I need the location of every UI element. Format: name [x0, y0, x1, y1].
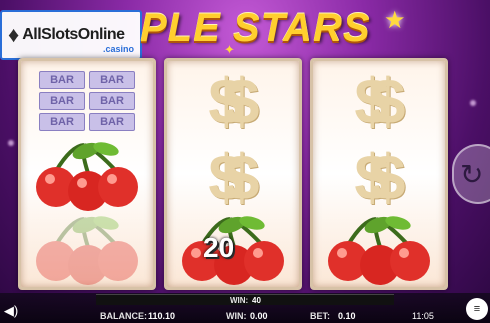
reel-1-symbol-1: BAR BAR BAR BAR BAR BAR	[21, 63, 153, 139]
dollar-symbol: $$	[208, 141, 259, 213]
sound-button[interactable]: ◀)	[2, 302, 20, 320]
casino-logo-badge[interactable]: ♦ AllSlotsOnline .casino	[0, 10, 142, 60]
bar-tile: BAR	[39, 71, 85, 89]
dollar-symbol: $$	[354, 65, 405, 137]
cherries-icon	[328, 216, 430, 285]
logo-domain-text: .casino	[102, 44, 134, 54]
win-label: WIN:	[226, 311, 247, 321]
star-icon: ✦	[224, 42, 235, 57]
balance-label: BALANCE:	[100, 311, 147, 321]
line-win-amount: 20	[203, 232, 235, 263]
speaker-icon: ◀)	[3, 303, 19, 318]
cherries-icon	[36, 216, 138, 285]
game-title: PLE STARS	[140, 6, 371, 50]
bar-symbol: BAR BAR BAR BAR BAR BAR	[39, 71, 135, 131]
logo-brand-text: AllSlotsOnline	[22, 26, 125, 43]
reel-3-symbol-3	[313, 213, 445, 289]
background-sparkle	[8, 140, 14, 146]
reel-1-symbol-3	[21, 213, 153, 289]
dollar-symbol: $$	[208, 65, 259, 137]
spin-button[interactable]: ↻	[452, 144, 490, 204]
bar-tile: BAR	[39, 92, 85, 110]
win-line-label: WIN:	[230, 296, 249, 305]
reel-2-symbol-1: $$	[167, 63, 299, 139]
reel-3-symbol-2: $$	[313, 139, 445, 215]
bet-label: BET:	[310, 311, 330, 321]
reel-3: $$ $$	[310, 58, 448, 290]
menu-icon: ≡	[473, 303, 481, 315]
background-sparkle	[470, 100, 476, 106]
dollar-symbol: $$	[354, 141, 405, 213]
bar-tile: BAR	[89, 113, 135, 131]
reel-1-symbol-2	[21, 139, 153, 215]
diamond-icon: ♦	[8, 22, 20, 47]
balance-value: 110.10	[148, 311, 176, 321]
win-line-value: 40	[252, 296, 261, 305]
menu-button[interactable]: ≡	[466, 298, 488, 320]
bet-value: 0.10	[338, 311, 356, 321]
clock: 11:05	[412, 311, 434, 321]
reel-1: BAR BAR BAR BAR BAR BAR	[18, 58, 156, 290]
win-value: 0.00	[250, 311, 268, 321]
star-icon: ★	[384, 7, 406, 34]
cherries-icon	[36, 142, 138, 211]
bar-tile: BAR	[39, 113, 85, 131]
reel-3-symbol-1: $$	[313, 63, 445, 139]
reel-2-symbol-2: $$	[167, 139, 299, 215]
bar-tile: BAR	[89, 71, 135, 89]
bar-tile: BAR	[89, 92, 135, 110]
refresh-icon: ↻	[460, 158, 484, 190]
